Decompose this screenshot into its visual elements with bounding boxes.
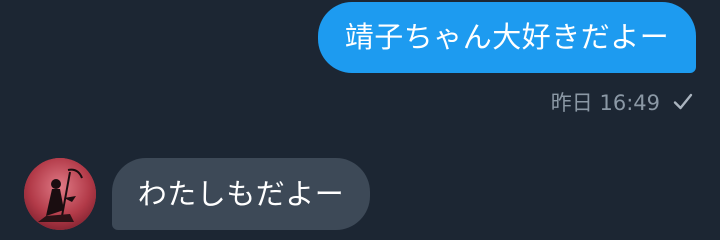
incoming-message-bubble[interactable]: わたしもだよー [112,158,370,230]
incoming-message-text: わたしもだよー [137,177,345,211]
message-meta: 昨日 16:49 [551,86,696,118]
avatar[interactable] [24,158,96,230]
message-timestamp: 昨日 16:49 [550,91,660,115]
checkmark-icon [670,89,696,115]
outgoing-message-text: 靖子ちゃん大好きだよー [344,20,670,54]
conversation-view: 靖子ちゃん大好きだよー 昨日 16:49 わたしもだよー [0,0,720,240]
outgoing-message-bubble[interactable]: 靖子ちゃん大好きだよー [318,2,696,73]
